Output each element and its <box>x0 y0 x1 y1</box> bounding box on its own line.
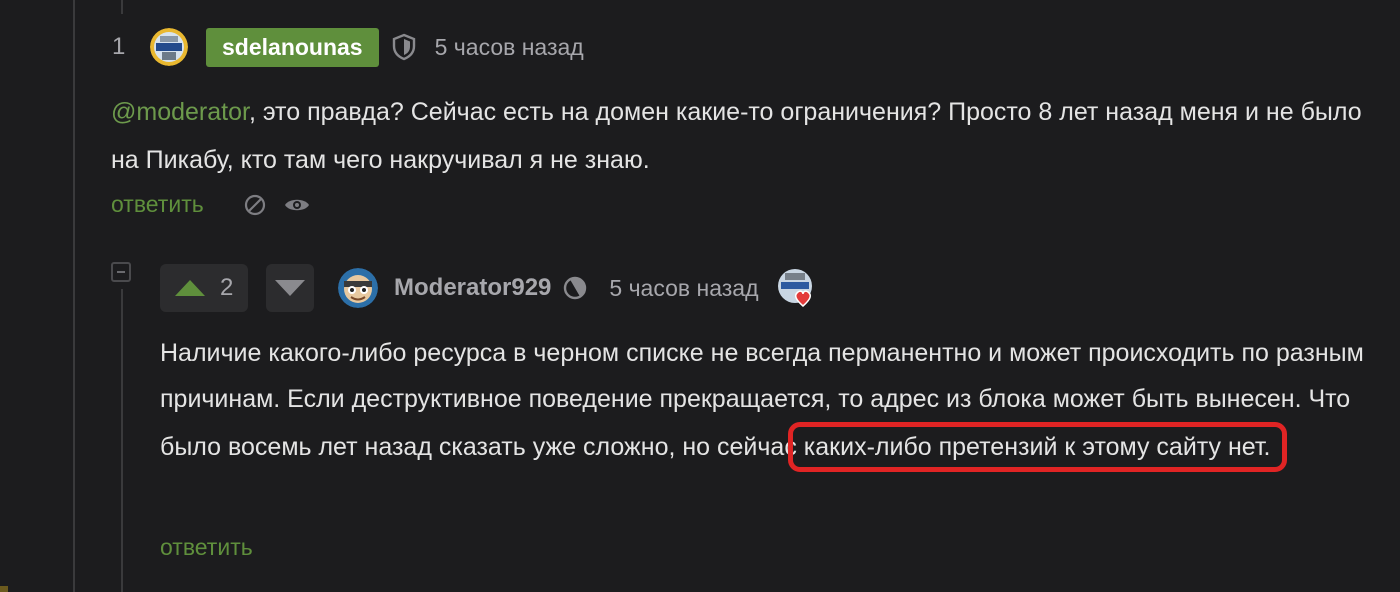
avatar[interactable] <box>338 268 378 308</box>
avatar[interactable] <box>150 28 188 66</box>
highlighted-text: каких-либо претензий к этому сайту нет. <box>787 422 1288 472</box>
author-name[interactable]: Moderator929 <box>394 274 551 302</box>
thread-line-inner-top <box>121 0 123 14</box>
award-heart-icon[interactable] <box>777 268 815 308</box>
eye-icon[interactable] <box>284 192 310 218</box>
thread-line-inner <box>121 289 123 592</box>
comment-header: 2 Moderator929 5 часов назад <box>160 264 1380 312</box>
thread-marker <box>0 586 8 592</box>
comment-moderator929: 2 Moderator929 5 часов назад Наличие как… <box>160 264 1380 560</box>
comment-header: 1 sdelanounas 5 часов назад <box>100 26 1380 68</box>
comment-body: Наличие какого-либо ресурса в черном спи… <box>160 330 1380 472</box>
comment-actions: ответить <box>160 534 253 561</box>
thread-line-outer <box>73 0 75 592</box>
mention-link[interactable]: @moderator <box>111 98 249 126</box>
reply-button[interactable]: ответить <box>160 534 253 560</box>
vote-box: 2 <box>160 264 248 312</box>
reply-button[interactable]: ответить <box>111 191 204 218</box>
comment-number: 1 <box>112 33 126 60</box>
comment-sdelanounas: 1 sdelanounas 5 часов назад @moderator, … <box>100 26 1380 217</box>
block-icon[interactable] <box>242 192 268 218</box>
comment-text: , это правда? Сейчас есть на домен какие… <box>111 98 1362 174</box>
author-name[interactable]: sdelanounas <box>206 27 379 67</box>
comment-time[interactable]: 5 часов назад <box>435 34 584 61</box>
upvote-icon[interactable] <box>160 279 220 297</box>
vote-count: 2 <box>220 274 234 301</box>
moderator-icon <box>563 275 589 301</box>
collapse-button[interactable] <box>111 262 131 282</box>
shield-icon <box>391 33 419 61</box>
comment-actions: ответить <box>111 191 310 218</box>
comment-body: @moderator, это правда? Сейчас есть на д… <box>111 88 1371 184</box>
downvote-icon[interactable] <box>266 264 314 312</box>
comment-time[interactable]: 5 часов назад <box>609 275 758 302</box>
